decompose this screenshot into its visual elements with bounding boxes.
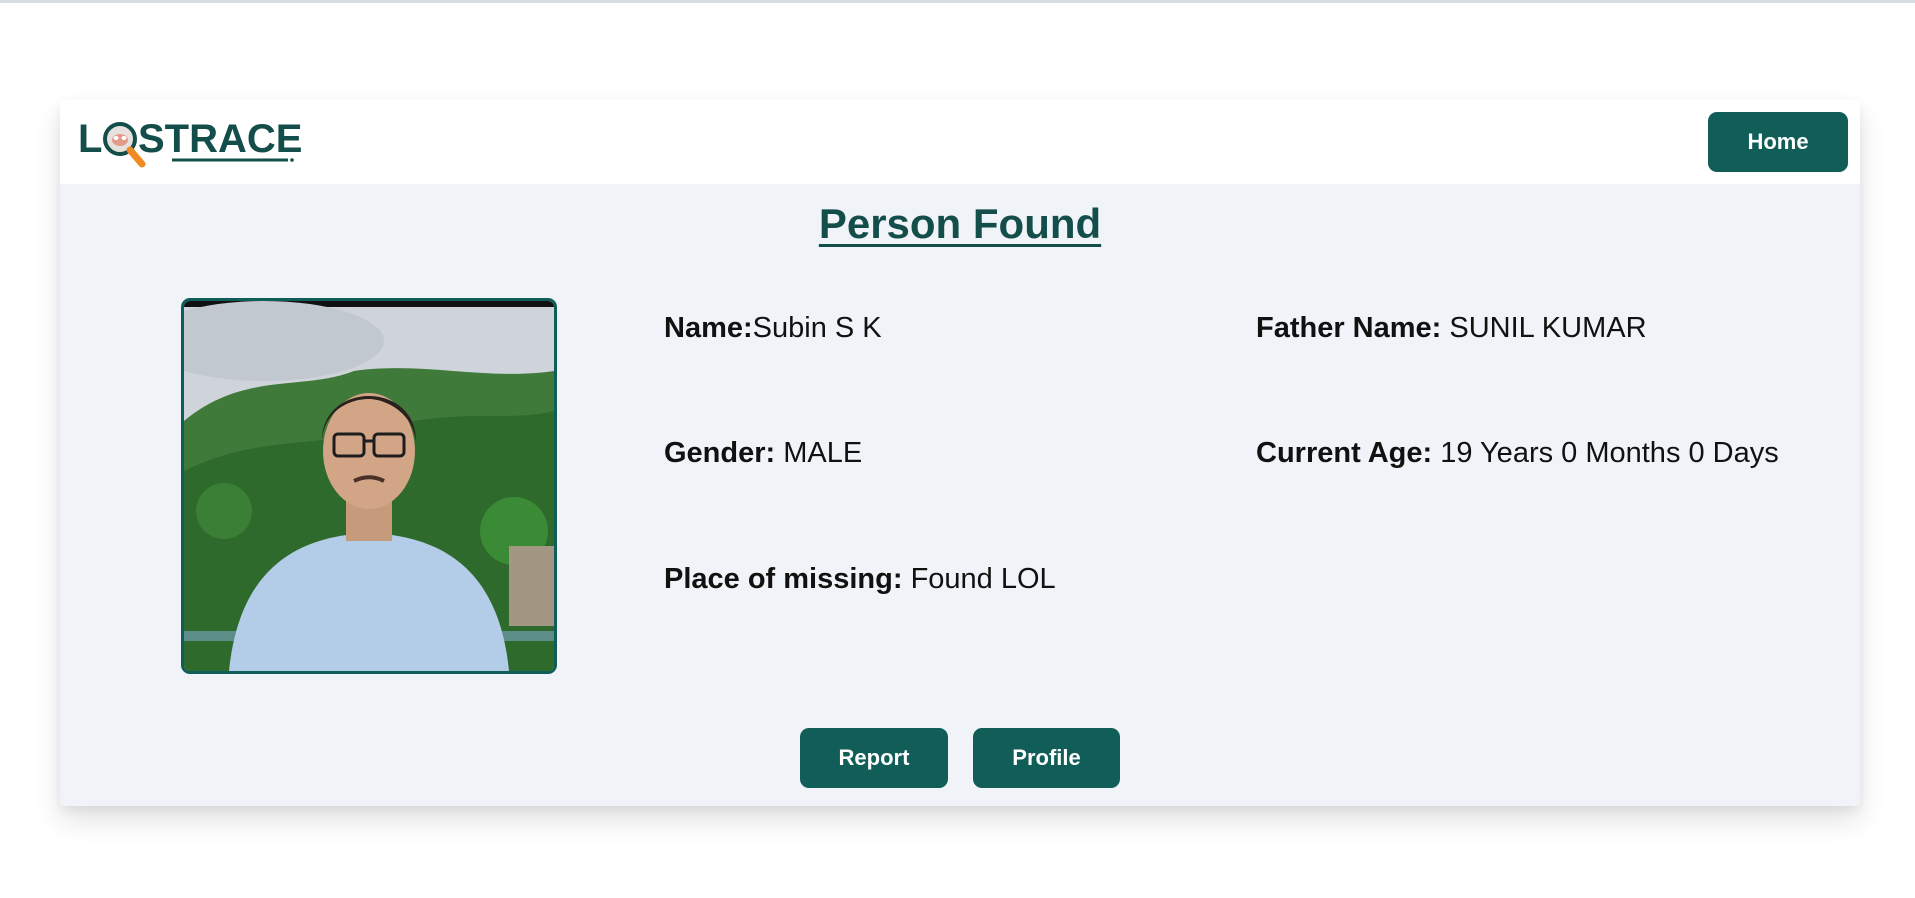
logo-text: STRACE: [138, 117, 302, 161]
name-field: Name:Subin S K: [664, 312, 882, 345]
person-portrait-image: [184, 301, 554, 671]
gender-label: Gender:: [664, 437, 776, 469]
page-title: Person Found: [818, 200, 1102, 247]
person-photo: [181, 298, 557, 674]
lostrace-logo[interactable]: L STRACE: [76, 112, 306, 174]
navbar: L STRACE Home: [60, 100, 1860, 184]
person-found-card: L STRACE Home Person Found Name:Subin S …: [60, 100, 1860, 806]
current-age-value: 19 Years 0 Months 0 Days: [1432, 437, 1779, 469]
logo-letter-l: L: [78, 117, 102, 161]
name-label: Name:: [664, 312, 753, 344]
gender-field: Gender: MALE: [664, 437, 862, 470]
name-value: Subin S K: [752, 312, 882, 344]
father-name-field: Father Name: SUNIL KUMAR: [1256, 312, 1647, 345]
profile-button[interactable]: Profile: [973, 728, 1120, 788]
top-divider: [0, 0, 1915, 3]
place-of-missing-label: Place of missing:: [664, 563, 903, 595]
current-age-field: Current Age: 19 Years 0 Months 0 Days: [1256, 437, 1779, 470]
current-age-label: Current Age:: [1256, 437, 1433, 469]
home-button[interactable]: Home: [1708, 112, 1848, 172]
report-button[interactable]: Report: [800, 728, 948, 788]
gender-value: MALE: [775, 437, 863, 469]
place-of-missing-field: Place of missing: Found LOL: [664, 563, 1056, 596]
father-name-label: Father Name:: [1256, 312, 1442, 344]
place-of-missing-value: Found LOL: [902, 563, 1056, 595]
father-name-value: SUNIL KUMAR: [1441, 312, 1647, 344]
